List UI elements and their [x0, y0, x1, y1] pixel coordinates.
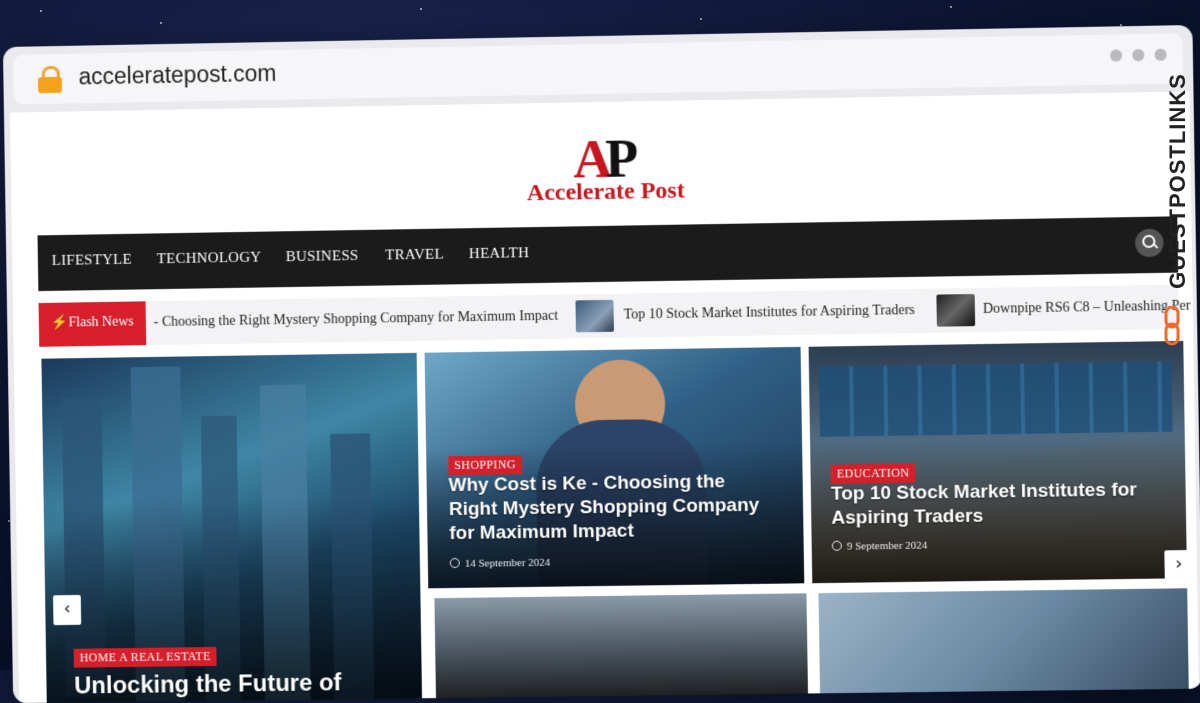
article-card[interactable]: SHOPPING Why Cost is Ke - Choosing the R… [424, 346, 805, 589]
nav-item-travel[interactable]: TRAVEL [385, 247, 444, 265]
flash-news-ticker: ⚡ Flash News - Choosing the Right Myster… [38, 284, 1191, 347]
nav-item-lifestyle[interactable]: LIFESTYLE [52, 252, 132, 270]
lock-icon [37, 65, 63, 94]
article-card[interactable] [434, 593, 809, 703]
category-badge[interactable]: EDUCATION [830, 463, 916, 484]
clock-icon [831, 540, 842, 551]
article-card[interactable] [818, 588, 1189, 703]
card-title[interactable]: Top 10 Stock Market Institutes for Aspir… [831, 478, 1154, 531]
nav-item-health[interactable]: HEALTH [469, 245, 530, 263]
article-card[interactable]: EDUCATION Top 10 Stock Market Institutes… [808, 340, 1188, 584]
ticker-item[interactable]: - Choosing the Right Mystery Shopping Co… [154, 309, 559, 331]
ticker-thumbnail[interactable] [575, 299, 614, 333]
chain-link-icon [1164, 306, 1180, 346]
site-logo[interactable]: AP Accelerate Post [495, 128, 716, 207]
url-text[interactable]: acceleratepost.com [78, 60, 276, 90]
card-date: 14 September 2024 [449, 557, 550, 570]
bolt-icon: ⚡ [50, 315, 69, 331]
banner-text: GUESTPOSTLINKS [1165, 73, 1190, 289]
main-nav: LIFESTYLE TECHNOLOGY BUSINESS TRAVEL HEA… [37, 216, 1179, 292]
guestpostlinks-banner: GUESTPOSTLINKS [1158, 58, 1194, 358]
ticker-thumbnail[interactable] [936, 293, 976, 327]
prev-arrow-icon[interactable]: ‹ [53, 594, 82, 626]
card-title[interactable]: Unlocking the Future of [74, 669, 342, 699]
featured-card[interactable]: HOME A REAL ESTATE Unlocking the Future … [41, 352, 423, 703]
category-badge[interactable]: HOME A REAL ESTATE [73, 646, 217, 668]
window-menu-dots-icon[interactable] [1100, 48, 1167, 67]
nav-item-technology[interactable]: TECHNOLOGY [157, 250, 262, 269]
browser-window: acceleratepost.com AP Accelerate Post LI… [2, 24, 1200, 703]
nav-item-business[interactable]: BUSINESS [286, 248, 359, 266]
card-title[interactable]: Why Cost is Ke - Choosing the Right Myst… [448, 470, 769, 546]
flash-news-label: ⚡ Flash News [38, 301, 147, 347]
card-date: 9 September 2024 [831, 540, 927, 553]
clock-icon [449, 557, 460, 569]
ticker-item[interactable]: Top 10 Stock Market Institutes for Aspir… [624, 303, 915, 324]
logo-name: Accelerate Post [526, 177, 685, 207]
category-badge[interactable]: SHOPPING [448, 455, 523, 476]
next-arrow-icon[interactable]: › [1164, 549, 1194, 581]
web-page: AP Accelerate Post LIFESTYLE TECHNOLOGY … [9, 91, 1199, 703]
